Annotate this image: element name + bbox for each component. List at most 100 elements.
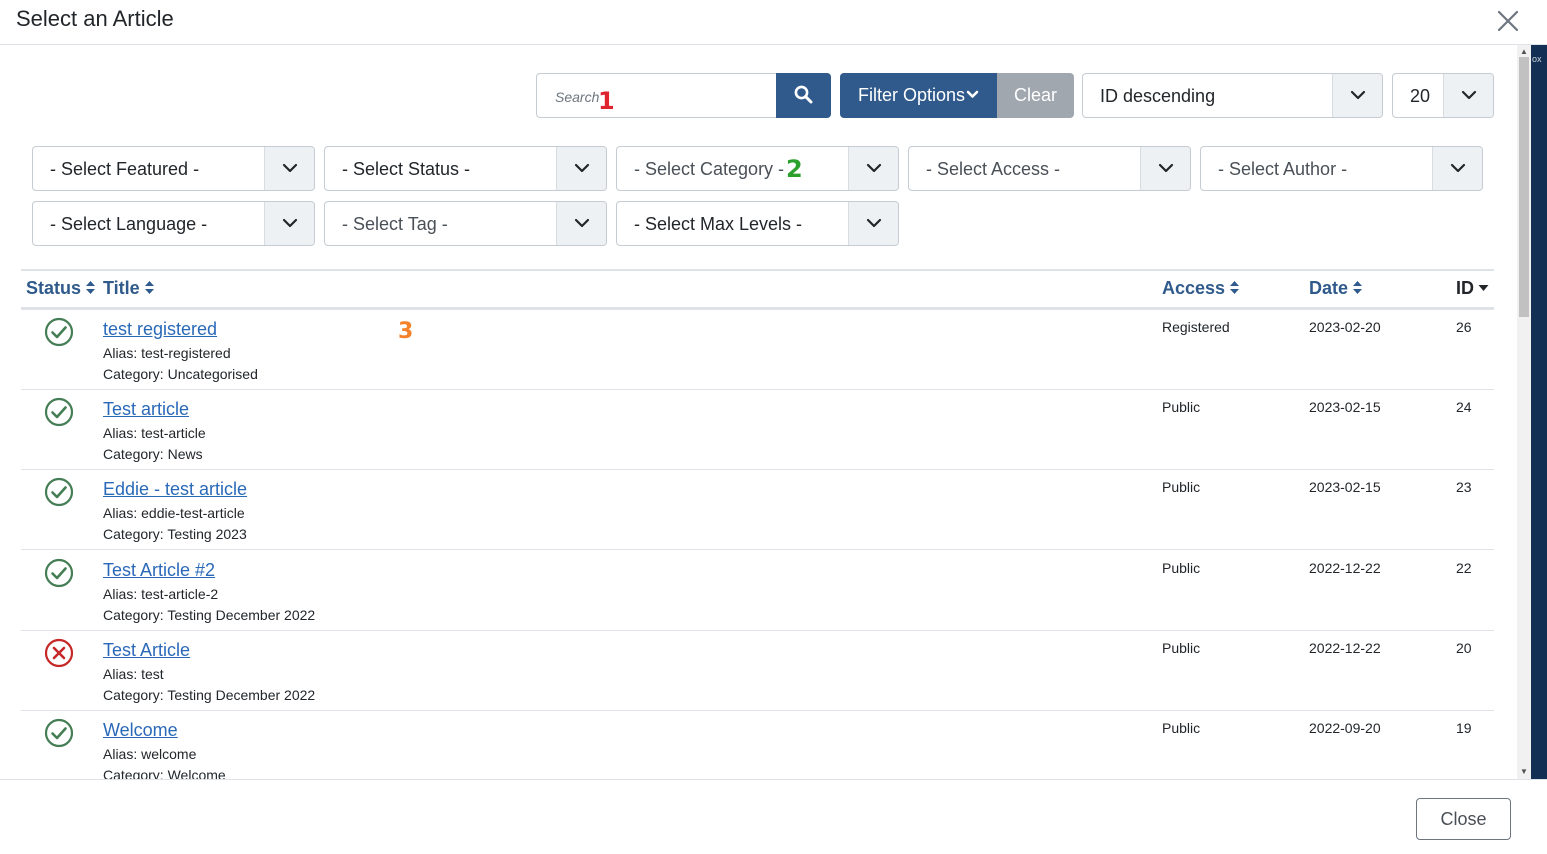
article-alias: Alias: test-article-2 xyxy=(103,585,219,602)
article-alias: Alias: test xyxy=(103,665,164,682)
column-header-title-label: Title xyxy=(103,278,140,298)
filter-options-label: Filter Options xyxy=(858,85,966,105)
ordering-dropdown xyxy=(1332,74,1382,117)
article-category: Category: Welcome xyxy=(103,767,226,779)
tag-filter-select[interactable]: - Select Tag - xyxy=(324,201,607,246)
chevron-down-icon xyxy=(1158,163,1174,173)
published-check-icon[interactable] xyxy=(44,397,74,427)
article-alias: Alias: test-article xyxy=(103,425,206,442)
category-filter-dropdown xyxy=(848,147,898,190)
table-row: Test article Alias: test-article Category:… xyxy=(21,390,1494,471)
article-date: 2022-12-22 xyxy=(1309,559,1381,576)
article-category: Category: Uncategorised xyxy=(103,366,258,382)
column-header-status[interactable]: Status xyxy=(26,278,96,299)
sort-desc-icon xyxy=(1478,284,1489,291)
published-check-icon[interactable] xyxy=(44,718,74,748)
category-filter-value: - Select Category - xyxy=(634,159,785,179)
article-access: Public xyxy=(1162,479,1201,496)
column-header-access[interactable]: Access xyxy=(1162,278,1240,299)
article-category: Category: Testing 2023 xyxy=(103,526,247,543)
table-row: Test Article #2 Alias: test-article-2 Cate… xyxy=(21,551,1494,631)
article-id: 23 xyxy=(1456,479,1472,496)
sort-icon xyxy=(144,281,154,295)
max-levels-filter-dropdown xyxy=(848,202,898,245)
chevron-down-icon xyxy=(282,218,298,228)
chevron-down-icon xyxy=(866,163,882,173)
table-row: Test Article Alias: test Category: Testing… xyxy=(21,631,1494,711)
article-date: 2023-02-20 xyxy=(1309,319,1381,335)
article-title-link[interactable]: Test Article #2 xyxy=(103,560,215,581)
filter-options-button[interactable]: Filter Options xyxy=(840,73,997,118)
select-article-modal: Select an Article ox ▲ ▼ Search 1 Filter… xyxy=(0,0,1547,854)
column-header-id[interactable]: ID xyxy=(1456,278,1489,299)
modal-footer: Close xyxy=(0,779,1547,854)
article-category: Category: Testing December 2022 xyxy=(103,606,316,623)
access-filter-select[interactable]: - Select Access - xyxy=(908,146,1191,191)
scroll-thumb[interactable] xyxy=(1519,57,1529,317)
author-filter-value: - Select Author - xyxy=(1218,159,1348,179)
article-date: 2023-02-15 xyxy=(1309,479,1381,496)
chevron-down-icon xyxy=(1450,163,1466,173)
category-filter-select[interactable]: - Select Category - xyxy=(616,146,899,191)
article-id: 24 xyxy=(1456,399,1472,416)
status-filter-select[interactable]: - Select Status - xyxy=(324,146,607,191)
column-header-status-label: Status xyxy=(26,278,82,298)
article-id: 22 xyxy=(1456,559,1472,576)
sort-icon xyxy=(1230,281,1240,295)
modal-body: Search 1 Filter Options Clear ID descend… xyxy=(0,45,1517,779)
article-alias: Alias: test-registered xyxy=(103,345,231,361)
chevron-down-icon xyxy=(282,163,298,173)
article-category: Category: News xyxy=(103,446,203,463)
column-header-date-label: Date xyxy=(1309,278,1349,298)
article-title-link[interactable]: Test article xyxy=(103,399,189,420)
status-filter-value: - Select Status - xyxy=(342,159,471,179)
scroll-down-icon[interactable]: ▼ xyxy=(1517,767,1531,777)
published-check-icon[interactable] xyxy=(44,477,74,507)
table-top-border xyxy=(21,269,1494,271)
chevron-down-icon xyxy=(1461,90,1477,100)
featured-filter-select[interactable]: - Select Featured - xyxy=(32,146,315,191)
article-access: Public xyxy=(1162,559,1201,576)
article-title-link[interactable]: Welcome xyxy=(103,720,178,741)
scrollbar[interactable]: ▲ ▼ xyxy=(1517,45,1531,779)
close-button[interactable]: Close xyxy=(1416,798,1511,840)
article-title-link[interactable]: test registered xyxy=(103,319,217,340)
clear-button[interactable]: Clear xyxy=(997,73,1074,118)
max-levels-filter-value: - Select Max Levels - xyxy=(634,214,803,234)
access-filter-dropdown xyxy=(1140,147,1190,190)
limit-dropdown xyxy=(1443,74,1493,117)
search-input[interactable]: Search xyxy=(536,73,777,118)
tag-filter-dropdown xyxy=(556,202,606,245)
modal-header: Select an Article xyxy=(0,0,1547,45)
close-icon[interactable] xyxy=(1493,6,1523,36)
search-button[interactable] xyxy=(776,73,831,118)
article-access: Registered xyxy=(1162,319,1230,335)
author-filter-select[interactable]: - Select Author - xyxy=(1200,146,1483,191)
chevron-down-icon xyxy=(966,90,979,98)
limit-value: 20 xyxy=(1410,86,1431,106)
ordering-select[interactable]: ID descending xyxy=(1082,73,1383,118)
column-header-date[interactable]: Date xyxy=(1309,278,1363,299)
unpublished-x-icon[interactable] xyxy=(44,638,74,668)
background-page-text: ox xyxy=(1532,54,1542,64)
chevron-down-icon xyxy=(574,218,590,228)
author-filter-dropdown xyxy=(1432,147,1482,190)
modal-title: Select an Article xyxy=(16,6,174,31)
column-header-title[interactable]: Title xyxy=(103,278,155,299)
limit-select[interactable]: 20 xyxy=(1392,73,1494,118)
column-header-access-label: Access xyxy=(1162,278,1226,298)
tag-filter-value: - Select Tag - xyxy=(342,214,448,234)
featured-filter-value: - Select Featured - xyxy=(50,159,200,179)
article-access: Public xyxy=(1162,399,1201,416)
max-levels-filter-select[interactable]: - Select Max Levels - xyxy=(616,201,899,246)
published-check-icon[interactable] xyxy=(44,317,74,347)
article-date: 2023-02-15 xyxy=(1309,399,1381,416)
published-check-icon[interactable] xyxy=(44,558,74,588)
article-title-link[interactable]: Eddie - test article xyxy=(103,479,247,500)
chevron-down-icon xyxy=(574,163,590,173)
scroll-up-icon[interactable]: ▲ xyxy=(1517,47,1531,57)
article-title-link[interactable]: Test Article xyxy=(103,640,190,661)
ordering-value: ID descending xyxy=(1100,86,1216,106)
sort-icon xyxy=(1353,281,1363,295)
language-filter-select[interactable]: - Select Language - xyxy=(32,201,315,246)
